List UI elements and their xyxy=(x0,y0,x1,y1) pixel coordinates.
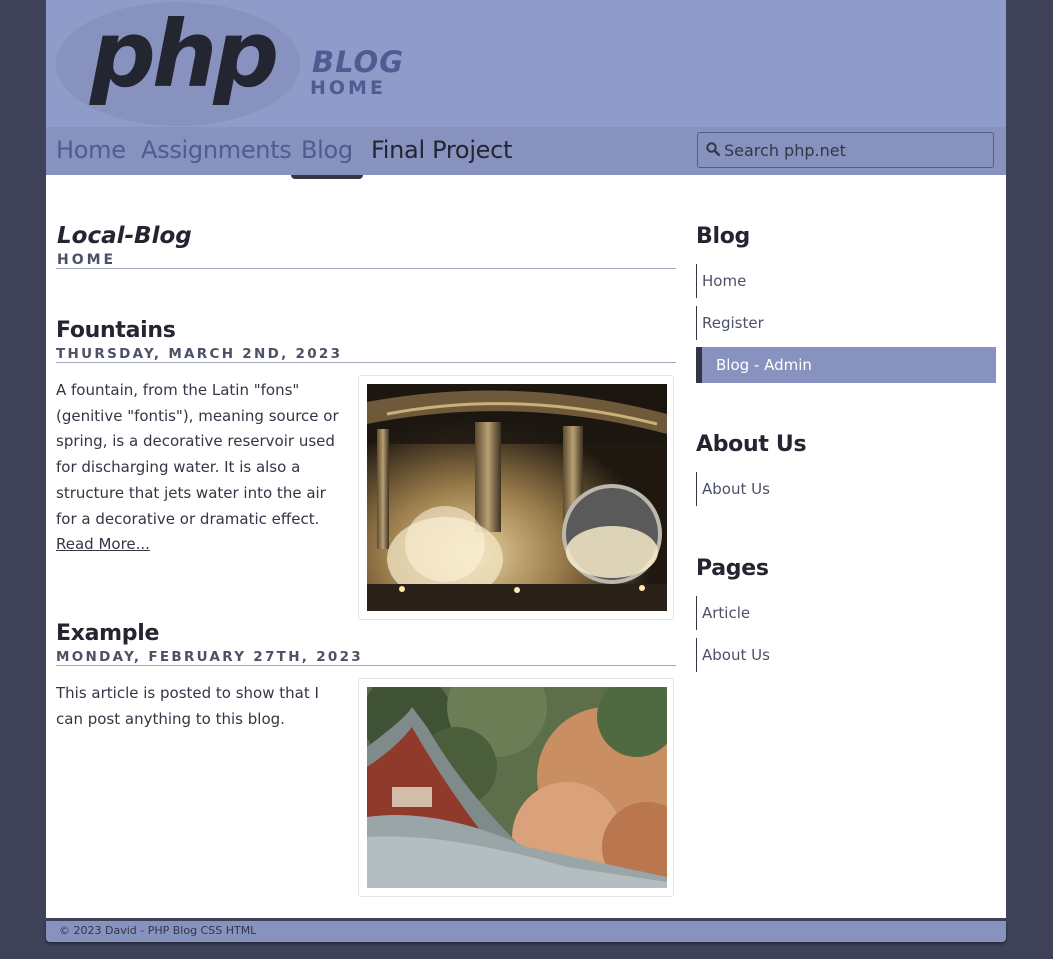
site-footer: © 2023 David - PHP Blog CSS HTML xyxy=(46,921,1006,942)
page-title: Local-Blog xyxy=(57,223,192,249)
post-date: MONDAY, FEBRUARY 27TH, 2023 xyxy=(56,649,363,665)
read-more-link[interactable]: Read More... xyxy=(56,535,150,553)
nav-item-assignments[interactable]: Assignments xyxy=(141,127,292,175)
title-divider xyxy=(56,268,676,269)
nav-item-final-project[interactable]: Final Project xyxy=(371,127,512,175)
search-input[interactable] xyxy=(724,136,984,164)
page-subtitle: HOME xyxy=(57,252,117,268)
sidebar-item-article[interactable]: Article xyxy=(696,596,996,630)
nav-item-blog[interactable]: Blog xyxy=(291,127,363,179)
sidebar-heading-about-us: About Us xyxy=(696,432,807,457)
post-title-example[interactable]: Example xyxy=(56,620,159,648)
post-divider xyxy=(56,665,676,666)
sidebar-item-register[interactable]: Register xyxy=(696,306,996,340)
temple-roof-autumn-photo[interactable] xyxy=(367,687,667,888)
post-image-frame xyxy=(358,375,674,620)
header-subtitle: HOME xyxy=(310,77,386,99)
footer-copyright: © 2023 David - PHP Blog CSS HTML xyxy=(59,924,257,937)
nav-item-home[interactable]: Home xyxy=(56,127,126,175)
page-container: php BLOG HOME Home Assignments Blog Fina… xyxy=(46,0,1006,918)
post-excerpt: This article is posted to show that I ca… xyxy=(56,684,319,728)
post-title-fountains[interactable]: Fountains xyxy=(56,317,176,345)
post-excerpt: A fountain, from the Latin "fons" (genit… xyxy=(56,378,348,558)
post-divider xyxy=(56,362,676,363)
sidebar-heading-pages: Pages xyxy=(696,556,769,581)
post-image-frame xyxy=(358,678,674,897)
php-logo-text[interactable]: php xyxy=(90,0,279,110)
sidebar-heading-blog: Blog xyxy=(696,224,750,249)
search-box[interactable] xyxy=(697,132,994,168)
site-header: php BLOG HOME xyxy=(46,0,1006,127)
header-title: BLOG xyxy=(312,45,405,79)
post-date: THURSDAY, MARCH 2ND, 2023 xyxy=(56,346,343,362)
sidebar-item-about-us[interactable]: About Us xyxy=(696,472,996,506)
sidebar-item-home[interactable]: Home xyxy=(696,264,996,298)
main-nav: Home Assignments Blog Final Project xyxy=(46,127,1006,179)
search-icon xyxy=(706,142,720,156)
fountain-photo[interactable] xyxy=(367,384,667,611)
sidebar-item-about-us-page[interactable]: About Us xyxy=(696,638,996,672)
sidebar-item-blog-admin[interactable]: Blog - Admin xyxy=(696,347,996,383)
post-excerpt-text: A fountain, from the Latin "fons" (genit… xyxy=(56,381,339,528)
